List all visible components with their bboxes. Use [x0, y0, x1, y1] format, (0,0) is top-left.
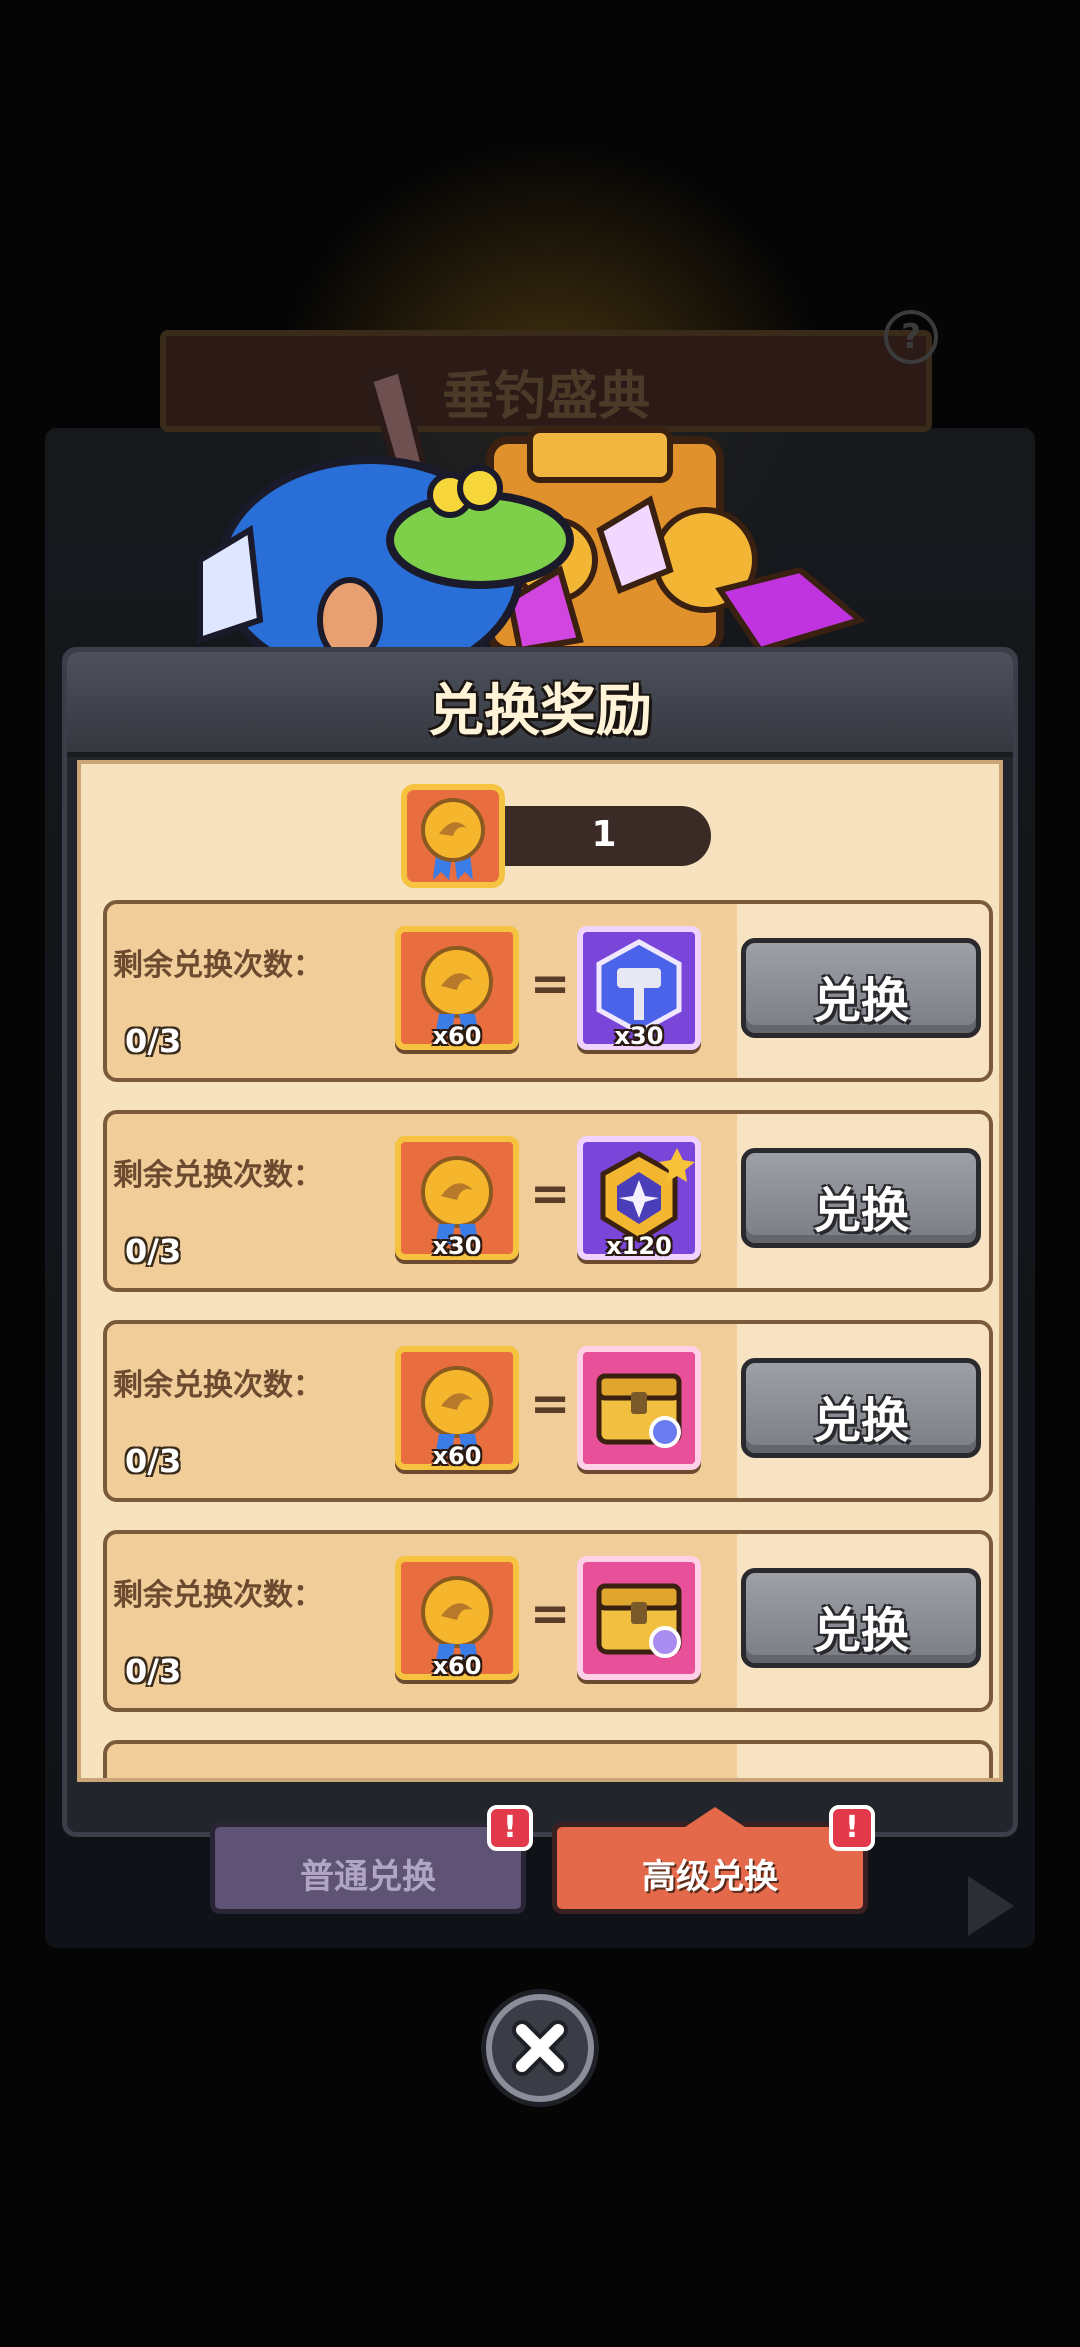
reward-item[interactable] — [577, 1556, 701, 1680]
exchange-rewards-panel: 兑换奖励 1 剩余兑换次数： 0/3 x60 = x30 兑换 剩余兑换次数： … — [62, 647, 1018, 1837]
equals-sign: = — [530, 1166, 571, 1222]
cost-item[interactable]: x60 — [395, 1556, 519, 1680]
exchange-row: 剩余兑换次数： 0/3 x60 = 兑换 — [103, 1530, 993, 1712]
cost-quantity: x30 — [432, 1232, 482, 1260]
notification-badge: ! — [829, 1805, 875, 1851]
tab-advanced-exchange[interactable]: 高级兑换 ! — [552, 1805, 875, 1914]
hero-illustration — [197, 370, 867, 650]
close-button[interactable] — [486, 1994, 594, 2102]
exchange-row: 剩余兑换次数： 0/3 x60 = 兑换 — [103, 1320, 993, 1502]
remaining-label: 剩余兑换次数： — [113, 1578, 323, 1613]
exchange-row: 剩余兑换次数： 0/3 x30 = x120 兑换 — [103, 1110, 993, 1292]
medal-icon — [401, 784, 505, 888]
exchange-button[interactable]: 兑换 — [741, 1148, 981, 1248]
exchange-button[interactable]: 兑换 — [741, 1358, 981, 1458]
remaining-label: 剩余兑换次数： — [113, 1368, 323, 1403]
remaining-count: 0/3 — [125, 1232, 182, 1270]
equals-sign: = — [530, 1376, 571, 1432]
remaining-count: 0/3 — [125, 1652, 182, 1690]
tab-normal-exchange[interactable]: 普通兑换 ! — [210, 1805, 533, 1914]
help-icon: ? — [884, 310, 938, 364]
notification-badge: ! — [487, 1805, 533, 1851]
cost-quantity: x60 — [432, 1652, 482, 1680]
balance-bar: 1 — [497, 806, 711, 866]
remaining-count: 0/3 — [125, 1442, 182, 1480]
remaining-label: 剩余兑换次数： — [113, 948, 323, 983]
reward-item[interactable]: x120 — [577, 1136, 701, 1260]
panel-header: 兑换奖励 — [67, 652, 1013, 757]
cost-item[interactable]: x60 — [395, 926, 519, 1050]
cost-quantity: x60 — [432, 1022, 482, 1050]
reward-item[interactable]: x30 — [577, 926, 701, 1050]
exchange-row-partial — [103, 1740, 993, 1778]
equals-sign: = — [530, 956, 571, 1012]
exchange-row: 剩余兑换次数： 0/3 x60 = x30 兑换 — [103, 900, 993, 1082]
reward-quantity: x120 — [606, 1232, 672, 1260]
panel-body[interactable]: 1 剩余兑换次数： 0/3 x60 = x30 兑换 剩余兑换次数： 0/3 x… — [77, 760, 1003, 1782]
cost-item[interactable]: x60 — [395, 1346, 519, 1470]
remaining-count: 0/3 — [125, 1022, 182, 1060]
close-icon — [512, 2020, 568, 2076]
equals-sign: = — [530, 1586, 571, 1642]
reward-quantity: x30 — [614, 1022, 664, 1050]
exchange-button[interactable]: 兑换 — [741, 1568, 981, 1668]
panel-title: 兑换奖励 — [428, 679, 652, 744]
treasure-chest-icon — [596, 1373, 682, 1448]
cost-item[interactable]: x30 — [395, 1136, 519, 1260]
cost-quantity: x60 — [432, 1442, 482, 1470]
balance-count: 1 — [591, 814, 617, 855]
remaining-label: 剩余兑换次数： — [113, 1158, 323, 1193]
treasure-chest-icon — [596, 1583, 682, 1658]
exchange-button[interactable]: 兑换 — [741, 938, 981, 1038]
reward-item[interactable] — [577, 1346, 701, 1470]
play-arrow-icon — [968, 1876, 1014, 1936]
